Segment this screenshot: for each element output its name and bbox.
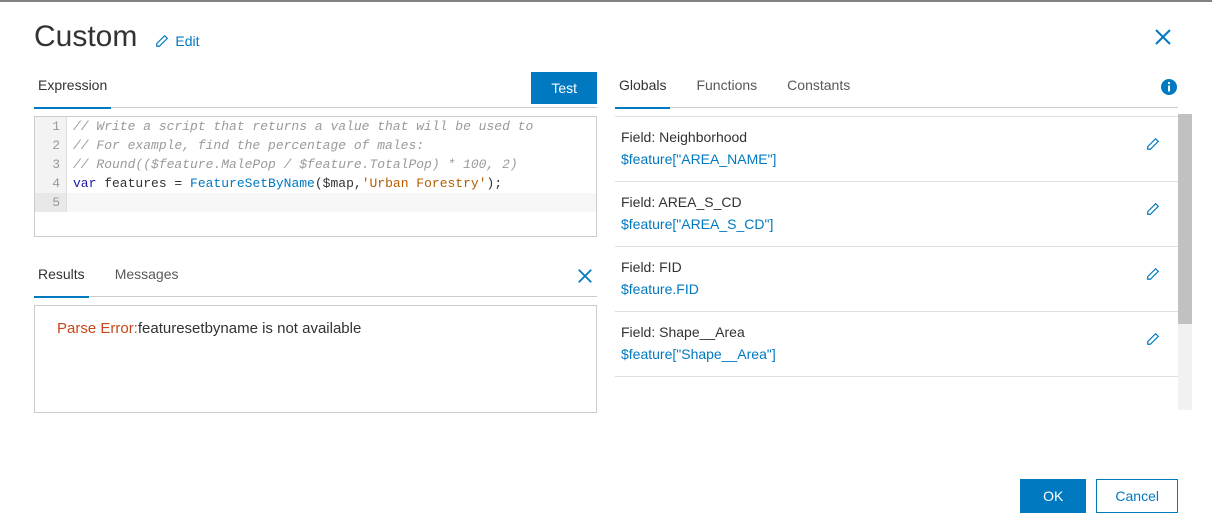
global-expression[interactable]: $feature["AREA_S_CD"] — [621, 216, 1172, 232]
line-number: 3 — [35, 155, 67, 174]
insert-global-button[interactable] — [1146, 267, 1160, 284]
info-button[interactable] — [1160, 78, 1178, 99]
tab-globals[interactable]: Globals — [615, 72, 670, 108]
dialog-title: Custom — [34, 20, 137, 54]
code-editor[interactable]: 1 // Write a script that returns a value … — [34, 116, 597, 237]
expression-tabrow: Expression Test — [34, 72, 597, 108]
dialog-footer: OK Cancel — [1020, 479, 1178, 513]
global-field-label: Field: Neighborhood — [621, 129, 1172, 145]
code-line: // Write a script that returns a value t… — [73, 119, 533, 134]
global-field-label: Field: AREA_S_CD — [621, 194, 1172, 210]
close-dialog-button[interactable] — [1154, 26, 1172, 52]
line-number: 2 — [35, 136, 67, 155]
cancel-button[interactable]: Cancel — [1096, 479, 1178, 513]
cancel-button-label: Cancel — [1115, 488, 1159, 504]
global-item: Field: FID $feature.FID — [615, 247, 1178, 312]
global-item: Field: AREA_S_CD $feature["AREA_S_CD"] — [615, 182, 1178, 247]
edit-title-label: Edit — [175, 33, 199, 49]
global-expression[interactable]: $feature.FID — [621, 281, 1172, 297]
scrollbar-thumb[interactable] — [1178, 114, 1192, 324]
ok-button-label: OK — [1043, 488, 1063, 504]
tab-functions[interactable]: Functions — [692, 72, 761, 108]
arcade-expression-dialog: Custom Edit Expression Test 1 // Write a … — [0, 2, 1212, 527]
global-item: Field: Shape__Area $feature["Shape__Area… — [615, 312, 1178, 377]
error-label: Parse Error: — [57, 320, 138, 337]
results-output: Parse Error:featuresetbyname is not avai… — [34, 305, 597, 413]
pencil-icon — [1146, 202, 1160, 216]
line-number: 4 — [35, 174, 67, 193]
tab-functions-label: Functions — [696, 77, 757, 93]
editor-horizontal-scrollbar[interactable] — [68, 222, 596, 236]
globals-vertical-scrollbar[interactable] — [1178, 114, 1192, 413]
line-number: 5 — [35, 193, 67, 212]
left-column: Expression Test 1 // Write a script that … — [34, 72, 597, 413]
code-line: var features = FeatureSetByName($map,'Ur… — [67, 174, 596, 193]
error-message: featuresetbyname is not available — [138, 320, 361, 337]
title-row: Custom Edit — [34, 20, 1178, 54]
tab-globals-label: Globals — [619, 77, 666, 93]
code-line: // Round(($feature.MalePop / $feature.To… — [73, 157, 518, 172]
ok-button[interactable]: OK — [1020, 479, 1086, 513]
tab-results-label: Results — [38, 266, 85, 282]
info-icon — [1160, 78, 1178, 96]
reference-tabrow: Globals Functions Constants — [615, 72, 1178, 108]
tab-results[interactable]: Results — [34, 261, 89, 297]
globals-list[interactable]: Field: Neighborhood $feature["AREA_NAME"… — [615, 116, 1178, 412]
pencil-icon — [155, 34, 169, 48]
tab-constants-label: Constants — [787, 77, 850, 93]
code-line: // For example, find the percentage of m… — [73, 138, 424, 153]
tab-constants[interactable]: Constants — [783, 72, 854, 108]
results-tabrow: Results Messages — [34, 261, 597, 297]
line-number: 1 — [35, 117, 67, 136]
tab-expression[interactable]: Expression — [34, 72, 111, 108]
global-field-label: Field: Shape__Area — [621, 324, 1172, 340]
tab-messages-label: Messages — [115, 266, 179, 282]
close-results-button[interactable] — [573, 267, 597, 290]
global-expression[interactable]: $feature["AREA_NAME"] — [621, 151, 1172, 167]
pencil-icon — [1146, 137, 1160, 151]
test-button-label: Test — [551, 80, 577, 96]
pencil-icon — [1146, 267, 1160, 281]
insert-global-button[interactable] — [1146, 202, 1160, 219]
tab-messages[interactable]: Messages — [111, 261, 183, 297]
global-field-label: Field: FID — [621, 259, 1172, 275]
insert-global-button[interactable] — [1146, 137, 1160, 154]
global-item: Field: Neighborhood $feature["AREA_NAME"… — [615, 117, 1178, 182]
tab-expression-label: Expression — [38, 77, 107, 93]
code-line — [67, 193, 596, 212]
global-expression[interactable]: $feature["Shape__Area"] — [621, 346, 1172, 362]
pencil-icon — [1146, 332, 1160, 346]
close-icon — [1154, 28, 1172, 46]
right-column: Globals Functions Constants Field: Neigh… — [615, 72, 1178, 413]
close-icon — [577, 268, 593, 284]
test-button[interactable]: Test — [531, 72, 597, 104]
edit-title-button[interactable]: Edit — [155, 33, 199, 49]
insert-global-button[interactable] — [1146, 332, 1160, 349]
